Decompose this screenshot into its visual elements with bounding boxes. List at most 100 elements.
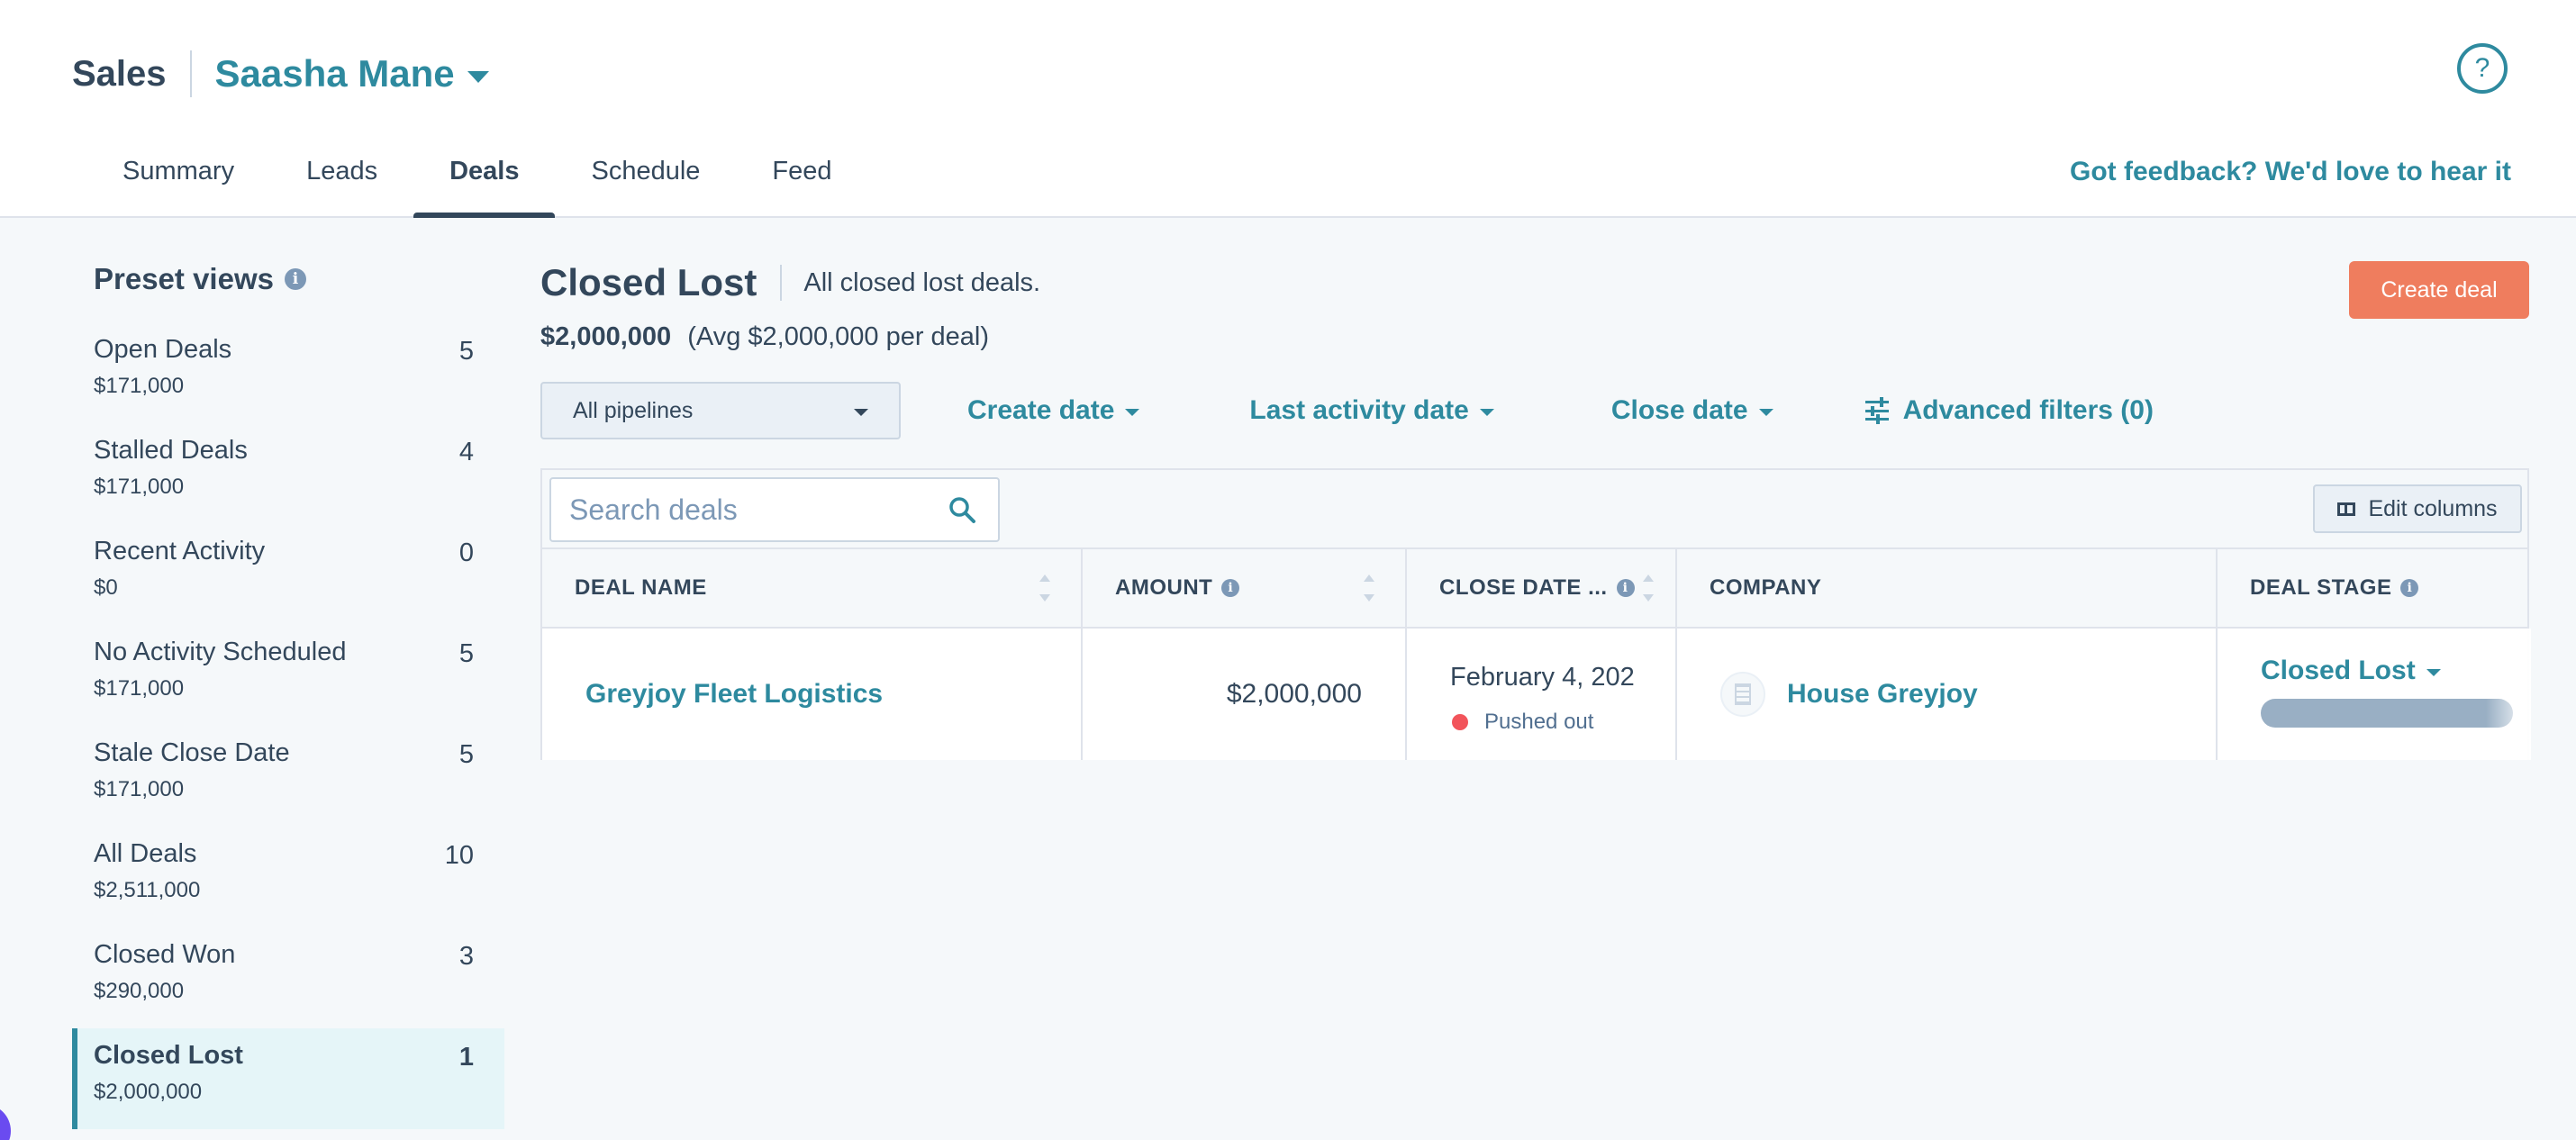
last-activity-date-filter[interactable]: Last activity date [1249, 395, 1494, 426]
view-item-closed-lost[interactable]: Closed Lost $2,000,000 1 [72, 1028, 504, 1129]
view-count: 5 [458, 639, 474, 668]
view-amount: $171,000 [94, 676, 185, 701]
cell-close-date: February 4, 2024 Pushed out [1407, 629, 1677, 760]
view-amount: $171,000 [94, 777, 185, 801]
info-icon: i [2400, 579, 2419, 597]
tab-deals[interactable]: Deals [413, 144, 556, 220]
view-title: Closed Lost [540, 261, 757, 303]
edit-columns-button[interactable]: Edit columns [2313, 484, 2522, 533]
cell-amount: $2,000,000 [1083, 629, 1407, 760]
search-icon[interactable] [948, 495, 976, 524]
close-date-label: Close date [1610, 395, 1748, 425]
edit-columns-label: Edit columns [2368, 495, 2498, 521]
view-name: Stalled Deals [94, 436, 248, 465]
column-header-deal-stage[interactable]: DEAL STAGE i [2218, 549, 2531, 627]
column-header-close-date[interactable]: CLOSE DATE ... i [1407, 549, 1677, 627]
tab-leads[interactable]: Leads [270, 144, 413, 218]
view-description: All closed lost deals. [803, 267, 1041, 297]
sort-icon[interactable] [1039, 575, 1050, 602]
sort-icon[interactable] [1364, 575, 1374, 602]
view-item-all-deals[interactable]: All Deals $2,511,000 10 [72, 827, 504, 927]
column-header-amount[interactable]: AMOUNT i [1083, 549, 1407, 627]
view-count: 5 [458, 337, 474, 366]
chevron-down-icon [2426, 669, 2441, 676]
view-header: Closed Lost All closed lost deals. [540, 258, 1040, 308]
help-button[interactable]: ? [2457, 43, 2508, 94]
total-amount: $2,000,000 [540, 322, 672, 351]
view-amount: $171,000 [94, 374, 185, 398]
close-date-filter[interactable]: Close date [1611, 395, 1773, 426]
chevron-down-icon [1479, 409, 1494, 416]
view-amount: $0 [94, 575, 118, 600]
column-label: DEAL NAME [575, 575, 707, 600]
owner-selector[interactable]: Saasha Mane [215, 52, 489, 95]
deal-stage-dropdown[interactable]: Closed Lost [2261, 656, 2441, 686]
column-label: COMPANY [1710, 575, 1822, 600]
table-header: DEAL NAME AMOUNT i CLOSE DATE ... i COMP… [542, 549, 2527, 629]
preset-views-sidebar: Preset views i Open Deals $171,000 5 Sta… [72, 252, 504, 1129]
deal-stage-progress-bar [2261, 699, 2513, 728]
view-item-stale-close-date[interactable]: Stale Close Date $171,000 5 [72, 726, 504, 827]
view-name: All Deals [94, 839, 197, 868]
title-divider [780, 265, 783, 301]
close-date-status: Pushed out [1452, 710, 1593, 735]
create-date-filter[interactable]: Create date [967, 395, 1140, 426]
owner-name: Saasha Mane [214, 52, 455, 95]
chevron-down-icon [1125, 409, 1140, 416]
view-name: Recent Activity [94, 537, 266, 565]
column-header-deal-name[interactable]: DEAL NAME [542, 549, 1083, 627]
view-name: Stale Close Date [94, 738, 290, 767]
preset-views-heading: Preset views i [72, 252, 504, 306]
view-count: 4 [458, 438, 474, 466]
average-amount: (Avg $2,000,000 per deal) [687, 322, 990, 351]
view-item-stalled-deals[interactable]: Stalled Deals $171,000 4 [72, 423, 504, 524]
view-count: 0 [458, 538, 474, 567]
header-brand-row: Sales Saasha Mane [72, 47, 489, 101]
create-deal-button[interactable]: Create deal [2349, 261, 2529, 319]
view-count: 5 [458, 740, 474, 769]
table-row: Greyjoy Fleet Logistics $2,000,000 Febru… [542, 629, 2531, 760]
tab-summary[interactable]: Summary [86, 144, 270, 218]
info-icon[interactable]: i [284, 268, 306, 290]
view-count: 1 [458, 1043, 474, 1072]
view-count: 10 [444, 841, 474, 870]
cell-company: House Greyjoy [1677, 629, 2218, 760]
close-date-value: February 4, 2024 [1450, 663, 1634, 692]
create-date-label: Create date [967, 395, 1115, 425]
feedback-link[interactable]: Got feedback? We'd love to hear it [2070, 157, 2511, 187]
tab-schedule[interactable]: Schedule [555, 144, 736, 218]
scroll-fade [2486, 629, 2531, 760]
view-item-open-deals[interactable]: Open Deals $171,000 5 [72, 322, 504, 423]
column-label: AMOUNT [1115, 575, 1213, 600]
deal-name-link[interactable]: Greyjoy Fleet Logistics [585, 679, 883, 710]
main-tabs: Summary Leads Deals Schedule Feed [86, 144, 868, 220]
column-header-company[interactable]: COMPANY [1677, 549, 2218, 627]
columns-icon [2337, 502, 2356, 516]
deal-summary: $2,000,000 (Avg $2,000,000 per deal) [540, 322, 989, 352]
close-status-label: Pushed out [1484, 710, 1594, 734]
pipeline-select-value: All pipelines [573, 397, 694, 423]
last-activity-date-label: Last activity date [1249, 395, 1469, 425]
app-title: Sales [72, 53, 167, 94]
deal-amount: $2,000,000 [1226, 679, 1362, 709]
deal-stage-value: Closed Lost [2261, 656, 2416, 685]
tab-feed[interactable]: Feed [736, 144, 867, 218]
column-label: CLOSE DATE ... [1439, 575, 1608, 600]
search-input[interactable] [551, 479, 930, 540]
view-name: Closed Lost [94, 1041, 243, 1070]
company-link[interactable]: House Greyjoy [1787, 679, 1978, 710]
view-count: 3 [458, 942, 474, 971]
advanced-filters-label: Advanced filters (0) [1902, 395, 2154, 425]
sort-icon[interactable] [1643, 575, 1654, 602]
help-icon: ? [2474, 53, 2490, 83]
view-item-recent-activity[interactable]: Recent Activity $0 0 [72, 524, 504, 625]
sliders-icon [1864, 397, 1889, 424]
advanced-filters-button[interactable]: Advanced filters (0) [1864, 395, 2154, 426]
search-box [549, 477, 1000, 542]
pipeline-select[interactable]: All pipelines [540, 382, 901, 439]
view-item-closed-won[interactable]: Closed Won $290,000 3 [72, 927, 504, 1028]
view-name: Closed Won [94, 940, 236, 969]
view-item-no-activity-scheduled[interactable]: No Activity Scheduled $171,000 5 [72, 625, 504, 726]
view-amount: $2,511,000 [94, 878, 201, 902]
view-name: No Activity Scheduled [94, 638, 347, 666]
